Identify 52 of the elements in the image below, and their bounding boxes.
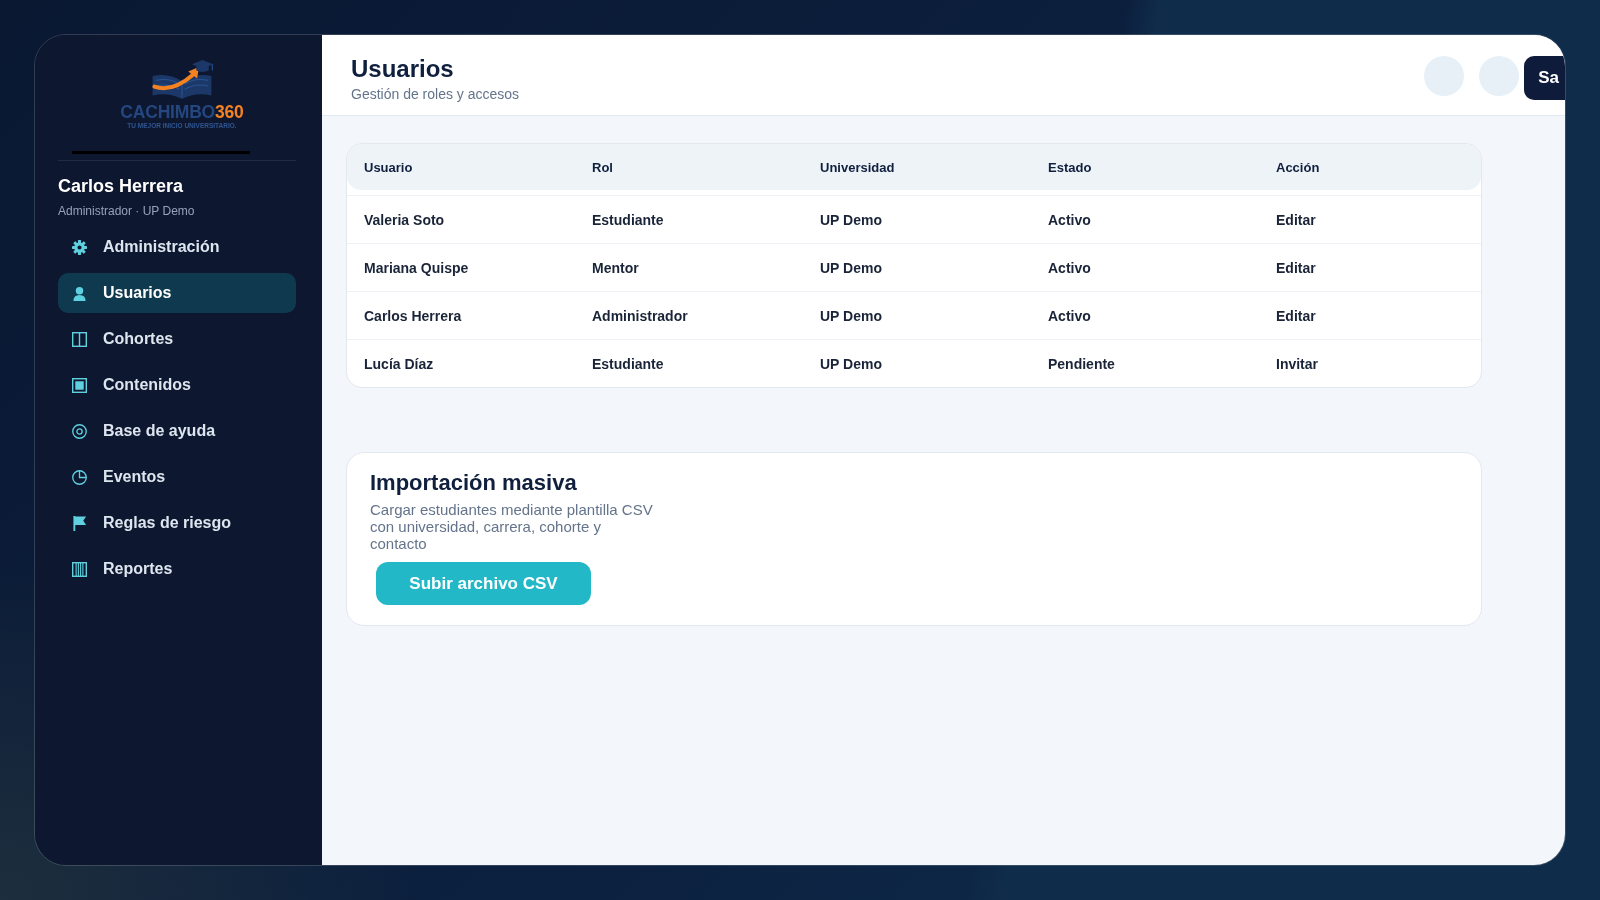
columns-icon	[72, 331, 87, 347]
table-cell-text: Activo	[1048, 259, 1092, 276]
clock-icon	[72, 469, 87, 485]
circle-button[interactable]	[1479, 56, 1520, 96]
nav-item[interactable]: Eventos	[58, 457, 296, 497]
primary-button[interactable]: Sa	[1524, 56, 1565, 100]
column-header: Rol	[592, 159, 614, 175]
table-cell-text: Lucía Díaz	[364, 355, 435, 372]
filled-square-icon	[72, 377, 87, 393]
user-icon	[72, 285, 87, 301]
nav-item[interactable]: Reportes	[58, 549, 296, 589]
gear-icon	[72, 239, 87, 255]
nav-item[interactable]: Administración	[58, 227, 296, 267]
action-link[interactable]: Editar	[1276, 307, 1316, 324]
table-cell-text: UP Demo	[820, 211, 883, 228]
table-cell-text: UP Demo	[820, 355, 883, 372]
table-cell-text: Estudiante	[592, 355, 665, 372]
nav-item[interactable]: Reglas de riesgo	[58, 503, 296, 543]
circle-button[interactable]	[1424, 56, 1465, 96]
table-cell-text: Mentor	[592, 259, 640, 276]
card-description: Cargar estudiantes mediante plantilla CSV con universidad, carrera, cohorte y contacto	[370, 501, 654, 552]
page-subtitle: Gestión de roles y accesos	[351, 86, 520, 103]
table-cell-text: Activo	[1048, 307, 1092, 324]
table-cell-text: Carlos Herrera	[364, 307, 463, 324]
nav-item[interactable]: Contenidos	[58, 365, 296, 405]
user-name: Carlos Herrera	[58, 175, 185, 197]
card-title: Importación masiva	[370, 469, 578, 497]
book-logo-icon	[149, 59, 215, 100]
column-header: Universidad	[820, 159, 896, 175]
column-header: Estado	[1048, 159, 1093, 175]
flag-icon	[72, 515, 87, 531]
table-cell-text: Estudiante	[592, 211, 665, 228]
action-link[interactable]: Editar	[1276, 259, 1316, 276]
table-cell-text: Activo	[1048, 211, 1092, 228]
table-cell-text: Administrador	[592, 307, 689, 324]
nav-item[interactable]: Cohortes	[58, 319, 296, 359]
action-link[interactable]: Invitar	[1276, 355, 1318, 372]
action-link[interactable]: Editar	[1276, 211, 1316, 228]
table-cell-text: Valeria Soto	[364, 211, 446, 228]
table-cell-text: UP Demo	[820, 307, 883, 324]
nav-item[interactable]: Usuarios	[58, 273, 296, 313]
table-cell-text: Mariana Quispe	[364, 259, 470, 276]
logo-wordmark: CACHIMBO360	[120, 103, 244, 122]
table-cell-text: Pendiente	[1048, 355, 1116, 372]
table-cell-text: UP Demo	[820, 259, 883, 276]
nav-item[interactable]: Base de ayuda	[58, 411, 296, 451]
user-role: Administrador · UP Demo	[58, 204, 196, 219]
vertical-bars-icon	[72, 561, 87, 577]
column-header: Usuario	[364, 159, 414, 175]
column-header: Acción	[1276, 159, 1321, 175]
target-icon	[72, 423, 87, 439]
page-title: Usuarios	[351, 55, 455, 83]
